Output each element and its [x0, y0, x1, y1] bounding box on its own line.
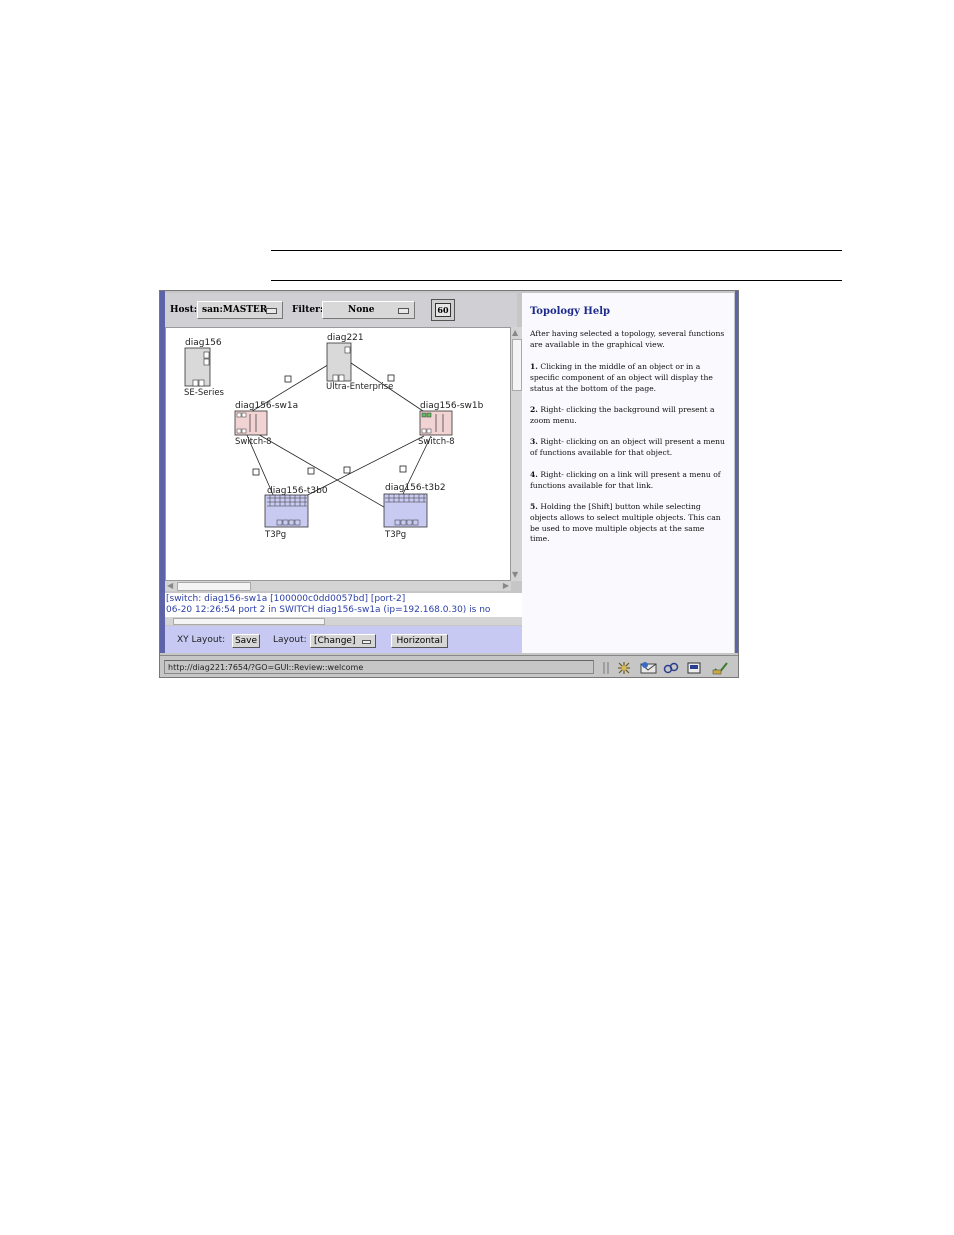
help-item-4: 4. Right- clicking on a link will presen… [530, 470, 726, 492]
status-scroll-thumb[interactable] [173, 618, 325, 625]
link-handle[interactable] [252, 468, 260, 476]
layout-label: Layout: [273, 635, 307, 645]
help-item-text: Right- clicking on a link will present a… [530, 470, 721, 490]
layout-bar: XY Layout: Save Layout: [Change] Horizon… [165, 626, 522, 653]
mail-icon[interactable] [640, 660, 657, 674]
browser-status-bar: http://diag221:7654/?GO=GUI::Review::wel… [160, 655, 738, 677]
window-right-edge [735, 291, 738, 653]
scroll-left-icon[interactable]: ◀ [167, 581, 173, 591]
scroll-right-icon[interactable]: ▶ [503, 581, 509, 591]
xy-layout-label: XY Layout: [177, 635, 226, 645]
help-item-text: Clicking in the middle of an object or i… [530, 362, 713, 393]
dropdown-icon [362, 640, 371, 644]
topology-toolbar: Host: san:MASTER Filter: None 60 [165, 293, 517, 327]
node-name: diag156-sw1a [235, 401, 298, 411]
node-type: Switch-8 [418, 437, 455, 447]
horizontal-layout-button[interactable]: Horizontal [391, 634, 448, 648]
node-diag156-sw1a[interactable]: diag156-sw1a Switch-8 [234, 401, 298, 447]
dropdown-icon [266, 308, 277, 314]
filter-select[interactable]: None [322, 301, 415, 319]
layout-change-select[interactable]: [Change] [310, 634, 376, 648]
filter-select-value: None [348, 305, 375, 315]
help-item-1: 1. Clicking in the middle of an object o… [530, 362, 726, 394]
link-handle[interactable] [399, 465, 407, 473]
help-item-number: 2. [530, 405, 538, 414]
scroll-up-icon[interactable]: ▲ [512, 329, 518, 337]
help-item-number: 3. [530, 437, 538, 446]
help-item-5: 5. Holding the [Shift] button while sele… [530, 502, 726, 545]
network-icon[interactable] [616, 660, 632, 674]
help-item-3: 3. Right- clicking on an object will pre… [530, 437, 726, 459]
screenshot-window: Host: san:MASTER Filter: None 60 diag156… [159, 290, 739, 678]
horizontal-scroll-thumb[interactable] [177, 582, 251, 591]
status-url: http://diag221:7654/?GO=GUI::Review::wel… [164, 660, 594, 674]
help-title: Topology Help [530, 306, 610, 317]
help-item-text: Holding the [Shift] button while selecti… [530, 502, 721, 544]
node-diag221[interactable]: diag221 Ultra-Enterprise [326, 333, 393, 392]
node-name: diag156 [185, 338, 222, 348]
header-rule-bottom [271, 280, 842, 281]
canvas-vertical-scrollbar[interactable]: ▲ ▼ [511, 327, 522, 581]
status-line-2: 06-20 12:26:54 port 2 in SWITCH diag156-… [166, 605, 491, 615]
topology-help-panel: Topology Help After having selected a to… [522, 293, 734, 653]
status-pane: [switch: diag156-sw1a [100000c0dd0057bd]… [165, 593, 522, 625]
help-item-2: 2. Right- clicking the background will p… [530, 405, 726, 427]
vertical-scroll-thumb[interactable] [512, 339, 522, 391]
status-horizontal-scrollbar[interactable] [165, 617, 522, 625]
scroll-down-icon[interactable]: ▼ [512, 571, 518, 579]
topology-graph[interactable]: diag156 SE-Series diag221 Ultra-Enterpri… [166, 328, 510, 580]
host-select[interactable]: san:MASTER [197, 301, 283, 319]
security-icon[interactable] [712, 660, 728, 675]
layout-change-value: [Change] [314, 636, 356, 646]
node-type: SE-Series [184, 388, 225, 398]
help-item-number: 4. [530, 470, 538, 479]
link-handle[interactable] [307, 467, 315, 475]
grip-icon [600, 660, 616, 674]
edit-icon[interactable] [686, 660, 702, 674]
link-handle[interactable] [284, 375, 292, 383]
help-item-text: Right- clicking the background will pres… [530, 405, 715, 425]
canvas-horizontal-scrollbar[interactable]: ◀ ▶ [165, 581, 511, 591]
link-handle[interactable] [343, 466, 351, 474]
help-intro: After having selected a topology, severa… [530, 329, 725, 349]
node-name: diag221 [327, 333, 364, 343]
link-icon[interactable] [663, 660, 679, 674]
status-line-1: [switch: diag156-sw1a [100000c0dd0057bd]… [166, 594, 406, 604]
node-diag156-sw1b[interactable]: diag156-sw1b Switch-8 [418, 401, 484, 447]
node-type: T3Pg [264, 530, 286, 540]
node-diag156[interactable]: diag156 SE-Series [184, 338, 225, 398]
node-name: diag156-t3b0 [267, 486, 328, 496]
filter-label: Filter: [292, 305, 324, 315]
help-item-number: 1. [530, 362, 538, 371]
node-name: diag156-t3b2 [385, 483, 446, 493]
link-handle[interactable] [387, 374, 395, 382]
dropdown-icon [398, 308, 409, 314]
node-name: diag156-sw1b [420, 401, 484, 411]
header-rule-top [271, 250, 842, 251]
node-diag156-t3b2[interactable]: diag156-t3b2 T3Pg [383, 483, 446, 540]
help-item-text: Right- clicking on an object will presen… [530, 437, 725, 457]
save-layout-button[interactable]: Save [232, 634, 260, 648]
node-type: T3Pg [384, 530, 406, 540]
node-type: Ultra-Enterprise [326, 382, 393, 392]
go-button-label: 60 [435, 303, 451, 317]
host-select-value: san:MASTER [202, 305, 268, 315]
host-label: Host: [170, 305, 198, 315]
node-type: Switch-8 [235, 437, 272, 447]
help-item-number: 5. [530, 502, 538, 511]
node-diag156-t3b0[interactable]: diag156-t3b0 T3Pg [264, 486, 328, 540]
go-button[interactable]: 60 [431, 299, 455, 321]
topology-canvas[interactable]: diag156 SE-Series diag221 Ultra-Enterpri… [165, 327, 511, 581]
